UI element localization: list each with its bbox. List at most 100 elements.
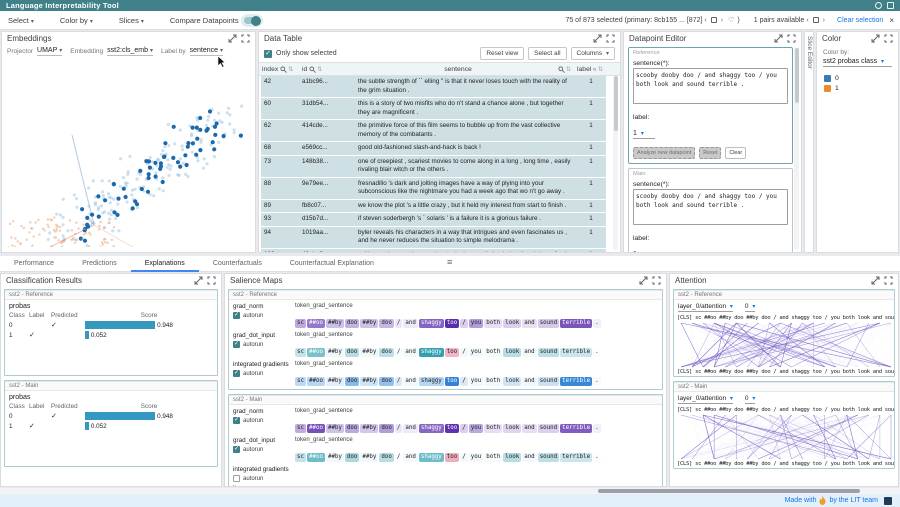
head-select[interactable]: 0 ▾ bbox=[745, 395, 755, 404]
expand-icon[interactable] bbox=[593, 34, 602, 43]
token-chip: / bbox=[460, 319, 468, 328]
clear-button[interactable]: Clear bbox=[725, 147, 746, 159]
classification-row: 1✓0.052 bbox=[9, 331, 213, 339]
maximize-icon[interactable] bbox=[884, 276, 893, 285]
head-select[interactable]: 0 ▾ bbox=[745, 303, 755, 312]
search-icon[interactable] bbox=[558, 66, 565, 73]
tab-performance[interactable]: Performance bbox=[0, 256, 68, 272]
maximize-icon[interactable] bbox=[241, 34, 250, 43]
drag-handle-icon[interactable]: ≡ bbox=[447, 257, 452, 267]
scrollbar-thumb[interactable] bbox=[598, 489, 860, 493]
clear-selection-link[interactable]: Clear selection bbox=[837, 17, 883, 24]
chevron-right-icon[interactable]: › bbox=[823, 17, 825, 24]
token-chip: ##by bbox=[360, 348, 378, 357]
expand-icon[interactable] bbox=[639, 276, 648, 285]
sort-icon[interactable]: ⇅ bbox=[317, 66, 322, 73]
slice-editor-tab[interactable]: Slice Editor bbox=[804, 31, 814, 253]
select-menu[interactable]: Select▾ bbox=[8, 16, 34, 25]
attention-tokens-top: [CLS] sc ##oo ##by doo ##by doo / and sh… bbox=[674, 314, 894, 322]
label-by-select[interactable]: sentence▾ bbox=[190, 47, 223, 56]
expand-icon[interactable] bbox=[871, 276, 880, 285]
expand-icon[interactable] bbox=[194, 276, 203, 285]
column-header-label[interactable]: label ⇅ bbox=[574, 66, 606, 73]
autorun-checkbox[interactable]: ✓ bbox=[233, 417, 240, 424]
autorun-checkbox[interactable]: ✓ bbox=[233, 475, 240, 482]
embedding-select[interactable]: sst2:cls_emb▾ bbox=[107, 47, 153, 56]
sentence-textarea[interactable] bbox=[633, 68, 788, 104]
maximize-icon[interactable] bbox=[787, 34, 796, 43]
sort-icon[interactable]: ⇅ bbox=[288, 66, 293, 73]
table-row[interactable]: 941019aa...byler reveals his characters … bbox=[261, 227, 606, 249]
color-by-menu[interactable]: Color by▾ bbox=[60, 16, 93, 25]
search-icon[interactable] bbox=[280, 66, 287, 73]
favorite-icon[interactable]: ♡ bbox=[728, 16, 734, 24]
reset-button[interactable]: Reset bbox=[699, 147, 721, 159]
autorun-checkbox[interactable]: ✓ bbox=[233, 341, 240, 348]
expand-icon[interactable] bbox=[774, 34, 783, 43]
maximize-icon[interactable] bbox=[652, 276, 661, 285]
table-row[interactable]: 6031db54...this is a story of two misfit… bbox=[261, 98, 606, 120]
token-chip: you bbox=[469, 453, 483, 462]
search-icon[interactable] bbox=[593, 66, 597, 73]
tab-explanations[interactable]: Explanations bbox=[131, 256, 199, 272]
sort-icon[interactable]: ⇅ bbox=[566, 66, 571, 73]
maximize-icon[interactable] bbox=[606, 34, 615, 43]
column-header-sentence[interactable]: sentence ⇅ bbox=[355, 66, 574, 73]
table-row[interactable]: 62414cde...the primitive force of this f… bbox=[261, 120, 606, 142]
embedding-label: Embedding bbox=[70, 48, 103, 55]
table-row[interactable]: 68e569cc...good old-fashioned slash-and-… bbox=[261, 142, 606, 156]
lit-logo[interactable] bbox=[884, 497, 892, 505]
editor-scrollbar[interactable] bbox=[794, 48, 799, 250]
color-by-select[interactable]: sst2 probas class ▾ bbox=[823, 58, 892, 67]
layer-select[interactable]: layer_0/attention ▾ bbox=[678, 303, 733, 312]
expand-icon[interactable] bbox=[871, 34, 880, 43]
tab-predictions[interactable]: Predictions bbox=[68, 256, 131, 272]
table-row[interactable]: 889e79ee...fresnadillo 's dark and jolti… bbox=[261, 178, 606, 200]
embedding-scatter-plot[interactable] bbox=[2, 57, 255, 247]
projector-select[interactable]: UMAP▾ bbox=[37, 47, 62, 56]
label-select[interactable]: 1 ▾ bbox=[633, 130, 655, 139]
label-select[interactable]: 1 ▾ bbox=[633, 251, 655, 253]
table-row[interactable]: 10040aba9...neither parker nor donovan i… bbox=[261, 249, 606, 253]
maximize-icon[interactable] bbox=[884, 34, 893, 43]
embeddings-title: Embeddings bbox=[7, 34, 51, 43]
autorun-checkbox[interactable]: ✓ bbox=[233, 370, 240, 377]
chevron-left-icon[interactable]: ‹ bbox=[704, 17, 706, 24]
autorun-checkbox[interactable]: ✓ bbox=[233, 446, 240, 453]
table-row[interactable]: 93d15b7d...if steven soderbergh 's ` sol… bbox=[261, 213, 606, 227]
reset-view-button[interactable]: Reset view bbox=[480, 47, 524, 60]
tab-counterfactual-explanation[interactable]: Counterfactual Explanation bbox=[276, 256, 388, 272]
chevron-left-icon[interactable]: ‹ bbox=[806, 17, 808, 24]
chevron-down-icon: ▾ bbox=[220, 48, 223, 54]
analyze-new-datapoint-button[interactable]: Analyze new datapoint bbox=[633, 147, 695, 159]
github-icon[interactable] bbox=[887, 2, 894, 9]
link-icon[interactable] bbox=[875, 2, 882, 9]
salience-method-integrated-gradients: integrated gradients✓autoruntoken_grad_s… bbox=[231, 361, 660, 387]
only-show-selected-checkbox[interactable]: ✓ bbox=[264, 50, 272, 58]
pair-frame-icon[interactable] bbox=[813, 17, 819, 23]
token-chip: sound bbox=[538, 424, 559, 433]
chevron-right-icon[interactable]: › bbox=[721, 17, 723, 24]
token-chip: and bbox=[522, 319, 536, 328]
datapoint-frame-icon[interactable] bbox=[711, 17, 717, 23]
columns-button[interactable]: Columns ▾ bbox=[571, 47, 615, 60]
layer-select[interactable]: layer_0/attention ▾ bbox=[678, 395, 733, 404]
column-header-id[interactable]: id ⇅ bbox=[299, 66, 355, 73]
compare-datapoints-toggle[interactable] bbox=[244, 17, 260, 24]
sort-icon[interactable]: ⇅ bbox=[598, 66, 603, 73]
search-icon[interactable] bbox=[309, 66, 316, 73]
close-icon[interactable]: × bbox=[889, 16, 894, 25]
select-all-button[interactable]: Select all bbox=[528, 47, 566, 60]
table-row[interactable]: 89fb8c07...we know the plot 's a little … bbox=[261, 200, 606, 214]
slices-menu[interactable]: Slices▾ bbox=[119, 16, 144, 25]
tab-counterfactuals[interactable]: Counterfactuals bbox=[199, 256, 276, 272]
maximize-icon[interactable] bbox=[207, 276, 216, 285]
sentence-textarea[interactable] bbox=[633, 189, 788, 225]
table-row[interactable]: 42a1bc96...the subtle strength of `` ell… bbox=[261, 76, 606, 98]
column-header-index[interactable]: index ⇅ bbox=[259, 66, 299, 73]
token-chip: terrible bbox=[560, 319, 592, 328]
table-row[interactable]: 73148b38...one of creepiest , scariest m… bbox=[261, 156, 606, 178]
table-scrollbar[interactable] bbox=[613, 76, 618, 250]
expand-icon[interactable] bbox=[228, 34, 237, 43]
autorun-checkbox[interactable]: ✓ bbox=[233, 312, 240, 319]
